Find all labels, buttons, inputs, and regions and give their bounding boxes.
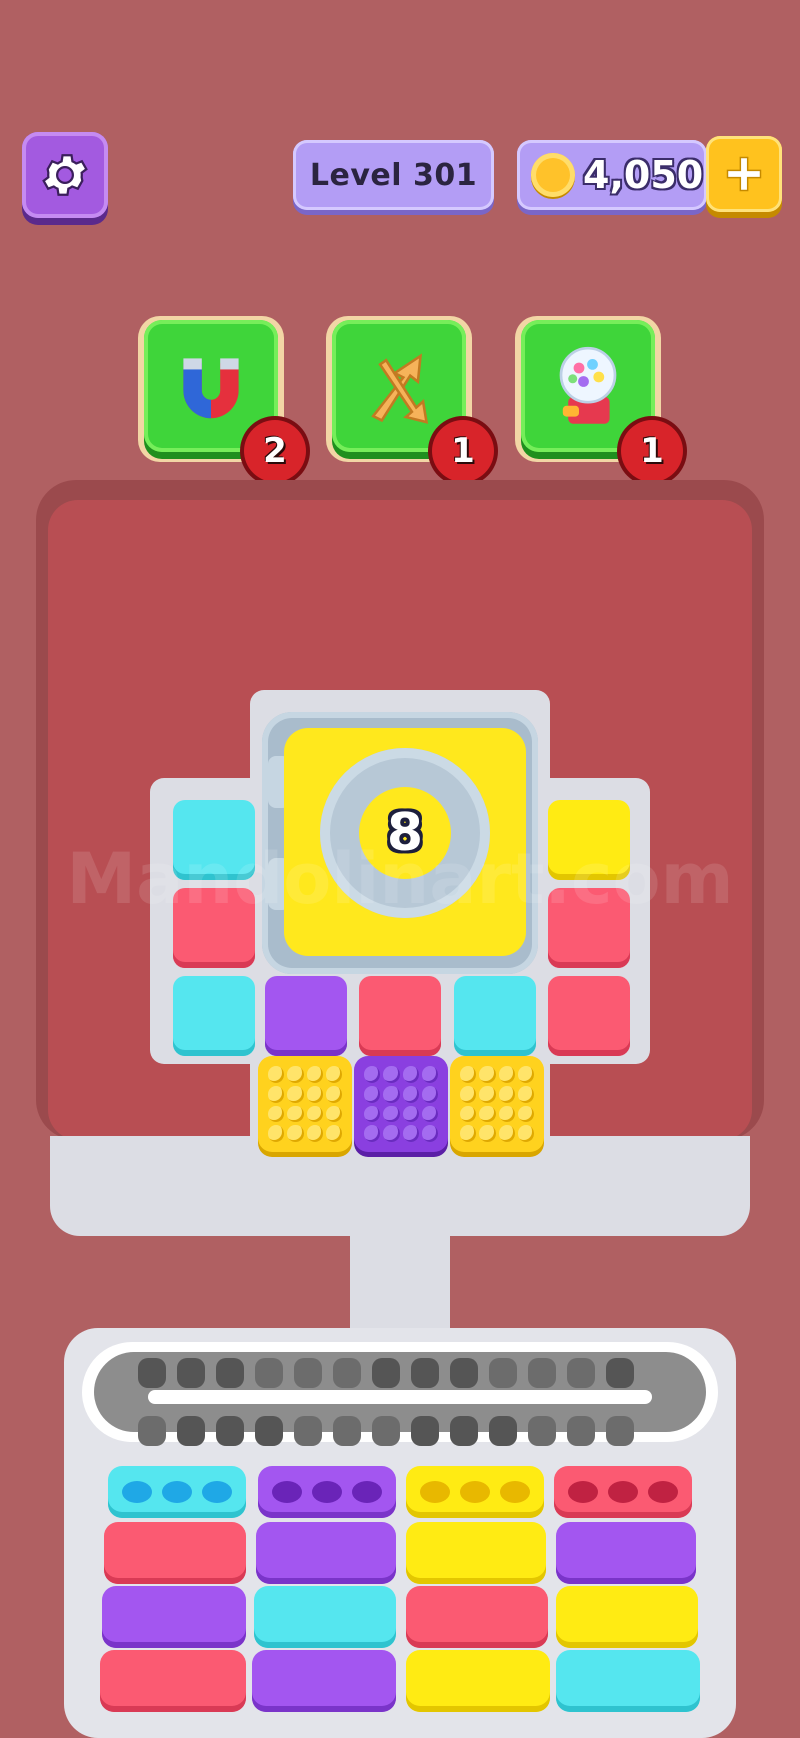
tray-column-head-cyan[interactable]: [108, 1466, 246, 1518]
bubble-block-purple[interactable]: [354, 1056, 448, 1152]
add-coins-button[interactable]: [706, 136, 782, 212]
bubble-block-yellow[interactable]: [450, 1056, 544, 1152]
tray-tube-yellow[interactable]: [406, 1522, 546, 1584]
tray-tube-cyan[interactable]: [556, 1650, 700, 1712]
tray-tube-purple[interactable]: [256, 1522, 396, 1584]
booster-count-badge: 1: [621, 420, 683, 482]
tray-column-head-yellow[interactable]: [406, 1466, 544, 1518]
booster-count-badge: 2: [244, 420, 306, 482]
tray-column-head-purple[interactable]: [258, 1466, 396, 1518]
plus-icon: [726, 156, 762, 192]
tray-tube-pink[interactable]: [406, 1586, 548, 1648]
gear-icon: [42, 154, 88, 196]
magnet-icon: [183, 358, 239, 419]
bubble-block-yellow[interactable]: [258, 1056, 352, 1152]
settings-button[interactable]: [22, 132, 108, 218]
tray-tube-purple[interactable]: [102, 1586, 246, 1648]
tray-column-head-pink[interactable]: [554, 1466, 692, 1518]
booster-count-badge: 1: [432, 420, 494, 482]
tray-tube-purple[interactable]: [556, 1522, 696, 1584]
block-cyan[interactable]: [454, 976, 536, 1056]
tray-tube-pink[interactable]: [104, 1522, 246, 1584]
shuffle-arrows-icon: [371, 353, 429, 424]
block-pink[interactable]: [548, 976, 630, 1056]
tray-tube-cyan[interactable]: [254, 1586, 396, 1648]
coin-amount: 4,050: [583, 153, 704, 197]
conveyor-slots-bottom: [138, 1416, 634, 1446]
gumball-machine-icon: [559, 346, 617, 424]
level-indicator: Level 301: [293, 140, 494, 210]
booster-gumball[interactable]: 1: [515, 316, 683, 482]
booster-magnet[interactable]: 2: [138, 316, 306, 482]
booster-shuffle[interactable]: 1: [326, 316, 494, 482]
board-funnel: [350, 1220, 450, 1340]
tray-tube-purple[interactable]: [252, 1650, 396, 1712]
tray-tube-yellow[interactable]: [406, 1650, 550, 1712]
level-label: Level 301: [309, 157, 478, 193]
watermark: Mandolinart.com: [66, 838, 734, 920]
tray-tube-yellow[interactable]: [556, 1586, 698, 1648]
block-purple[interactable]: [265, 976, 347, 1056]
block-cyan[interactable]: [173, 976, 255, 1056]
tray-tube-pink[interactable]: [100, 1650, 246, 1712]
block-pink[interactable]: [359, 976, 441, 1056]
coin-balance: 4,050: [517, 140, 707, 210]
conveyor-slots-top: [138, 1358, 634, 1388]
conveyor-rail: [148, 1390, 652, 1404]
coin-icon: [531, 153, 575, 197]
